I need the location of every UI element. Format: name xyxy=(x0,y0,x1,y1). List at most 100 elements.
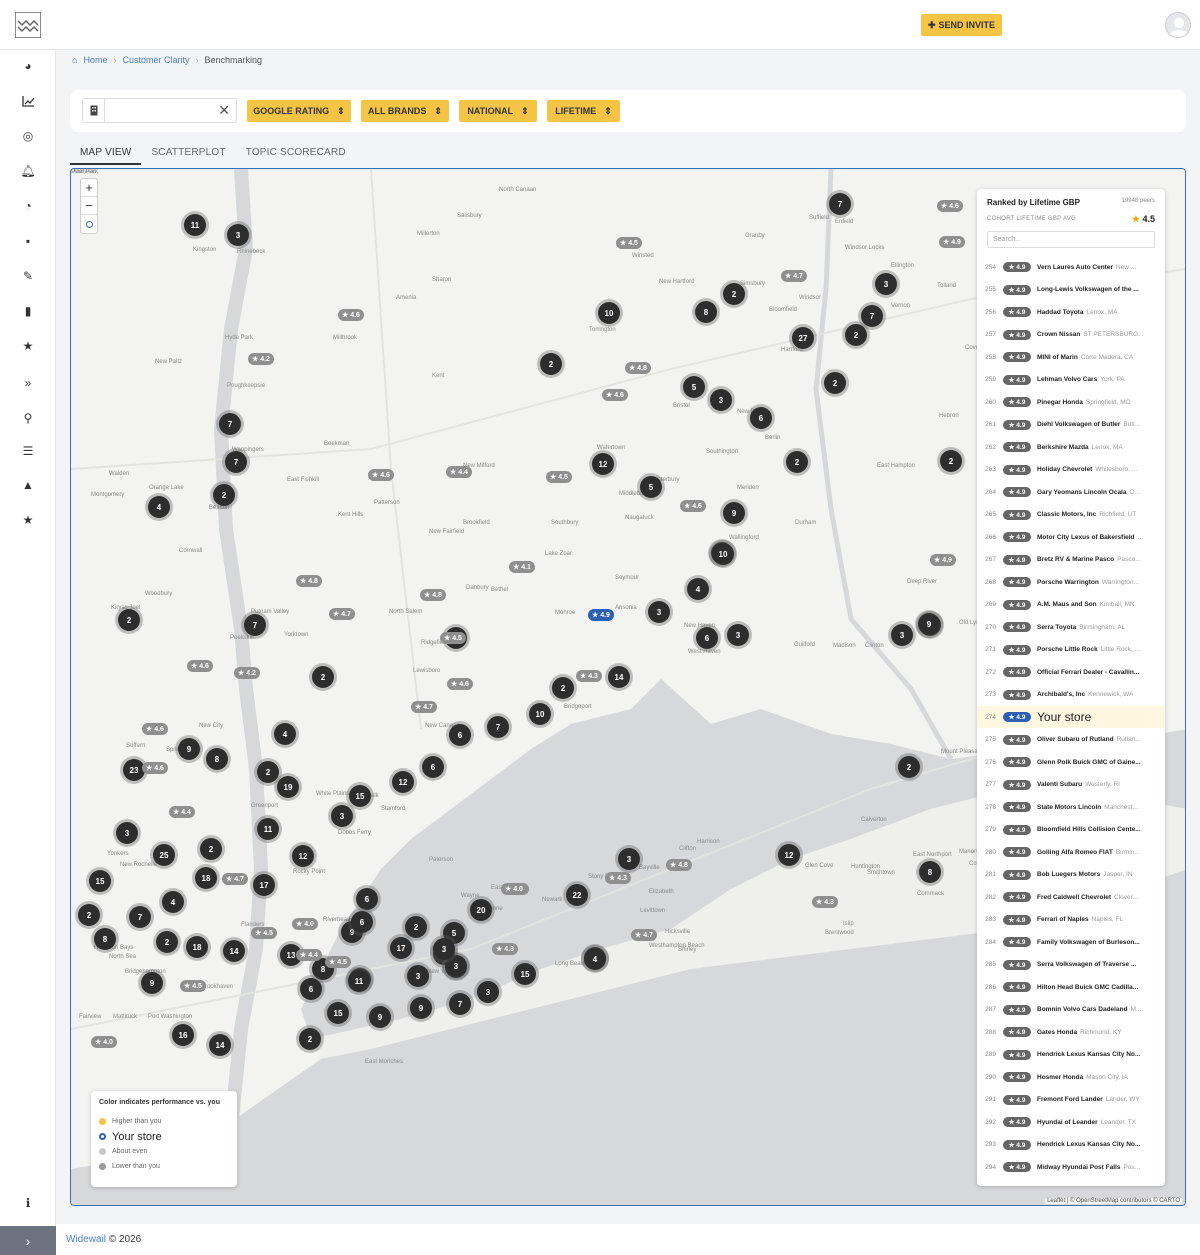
cluster-marker[interactable]: 5 xyxy=(683,376,705,398)
rating-pin[interactable]: ★ 4.0 xyxy=(501,883,527,895)
info-icon[interactable]: ℹ xyxy=(18,1193,38,1213)
rating-pin[interactable]: ★ 4.8 xyxy=(666,859,692,871)
list-icon[interactable]: ☰ xyxy=(18,441,38,461)
rating-pin[interactable]: ★ 4.7 xyxy=(222,873,248,885)
cluster-marker[interactable]: 2 xyxy=(312,666,334,688)
ranking-row[interactable]: 269 ★ 4.9 A.M. Maus and Son Kimball, MN xyxy=(977,594,1165,616)
user-avatar[interactable] xyxy=(1165,12,1191,38)
rating-pin[interactable]: ★ 4.0 xyxy=(292,918,318,930)
dashboard-icon[interactable]: ◕ xyxy=(18,56,38,76)
brands-dropdown[interactable]: ALL BRANDS ⇕ xyxy=(361,100,449,122)
note-icon[interactable]: ▪ xyxy=(18,231,38,251)
ranking-row[interactable]: 275 ★ 4.9 Oliver Subaru of Rutland Rutlan..… xyxy=(977,729,1165,751)
cluster-marker[interactable]: 8 xyxy=(94,928,116,950)
rating-pin[interactable]: ★ 4.0 xyxy=(91,1036,117,1048)
rating-pin[interactable]: ★ 4.4 xyxy=(296,949,322,961)
ranking-row[interactable]: 261 ★ 4.9 Diehl Volkswagen of Butler Butl..… xyxy=(977,414,1165,436)
rating-pin[interactable]: ★ 4.6 xyxy=(447,678,473,690)
rating-pin[interactable]: ★ 4.6 xyxy=(602,389,628,401)
cluster-marker[interactable]: 9 xyxy=(178,738,200,760)
rating-pin[interactable]: ★ 4.7 xyxy=(411,701,437,713)
rating-pin[interactable]: ★ 4.7 xyxy=(631,929,657,941)
cluster-marker[interactable]: 6 xyxy=(300,978,322,1000)
cluster-marker[interactable]: 2 xyxy=(405,916,427,938)
ranking-row[interactable]: 273 ★ 4.9 Archibald's, Inc Kennewick, WA xyxy=(977,684,1165,706)
cluster-marker[interactable]: 16 xyxy=(172,1024,194,1046)
cluster-marker[interactable]: 3 xyxy=(116,822,138,844)
ranking-row[interactable]: 255 ★ 4.9 Long-Lewis Volkswagen of the ... xyxy=(977,279,1165,301)
ranking-row[interactable]: 281 ★ 4.9 Bob Luegers Motors Jasper, IN xyxy=(977,864,1165,886)
rating-pin[interactable]: ★ 4.6 xyxy=(338,309,364,321)
ranking-row[interactable]: 265 ★ 4.9 Classic Motors, Inc Richfield, UT xyxy=(977,504,1165,526)
ranking-row[interactable]: 267 ★ 4.9 Bretz RV & Marine Pasco Pasco... xyxy=(977,549,1165,571)
cluster-marker[interactable]: 2 xyxy=(540,353,562,375)
cluster-marker[interactable]: 18 xyxy=(186,936,208,958)
ranking-row[interactable]: 276 ★ 4.9 Glenn Polk Buick GMC of Gaine... xyxy=(977,751,1165,773)
ranking-row[interactable]: 283 ★ 4.9 Ferrari of Naples Naples, FL xyxy=(977,909,1165,931)
cluster-marker[interactable]: 4 xyxy=(687,578,709,600)
pie-chart-icon[interactable]: ◔ xyxy=(18,196,38,216)
cluster-marker[interactable]: 14 xyxy=(223,940,245,962)
breadcrumb-customer-clarity[interactable]: Customer Clarity xyxy=(122,55,189,65)
ranking-row[interactable]: 257 ★ 4.9 Crown Nissan ST PETERSBURG... xyxy=(977,324,1165,346)
cluster-marker[interactable]: 2 xyxy=(723,283,745,305)
cluster-marker[interactable]: 11 xyxy=(257,818,279,840)
cluster-marker[interactable]: 25 xyxy=(153,844,175,866)
cluster-marker[interactable]: 8 xyxy=(206,748,228,770)
rating-source-dropdown[interactable]: GOOGLE RATING ⇕ xyxy=(247,100,351,122)
ranking-row[interactable]: 285 ★ 4.9 Serra Volkswagen of Traverse ... xyxy=(977,954,1165,976)
cluster-marker[interactable]: 3 xyxy=(331,805,353,827)
rating-pin[interactable]: ★ 4.9 xyxy=(939,236,965,248)
cluster-marker[interactable]: 2 xyxy=(552,677,574,699)
rating-pin[interactable]: ★ 4.3 xyxy=(492,943,518,955)
store-select[interactable]: ✕ xyxy=(82,98,237,123)
ranking-row[interactable]: 290 ★ 4.9 Hosmer Honda Mason City, IA xyxy=(977,1066,1165,1088)
ranking-row[interactable]: 271 ★ 4.9 Porsche Little Rock Little Rock, … xyxy=(977,639,1165,661)
cluster-marker[interactable]: 2 xyxy=(156,931,178,953)
cluster-marker[interactable]: 7 xyxy=(861,305,883,327)
rating-pin[interactable]: ★ 4.6 xyxy=(142,723,168,735)
rating-pin[interactable]: ★ 4.2 xyxy=(248,353,274,365)
rating-pin[interactable]: ★ 4.5 xyxy=(546,471,572,483)
cluster-marker[interactable]: 7 xyxy=(225,451,247,473)
cluster-marker[interactable]: 6 xyxy=(351,911,373,933)
cluster-marker[interactable]: 2 xyxy=(898,756,920,778)
rating-pin[interactable]: ★ 4.6 xyxy=(142,762,168,774)
cluster-marker[interactable]: 6 xyxy=(422,756,444,778)
cluster-marker[interactable]: 6 xyxy=(696,627,718,649)
building-icon[interactable]: ▮ xyxy=(18,301,38,321)
ranking-row[interactable]: 278 ★ 4.9 State Motors Lincoln Manchest... xyxy=(977,796,1165,818)
cluster-marker[interactable]: 18 xyxy=(195,867,217,889)
ranking-row[interactable]: 289 ★ 4.9 Hendrick Lexus Kansas City No... xyxy=(977,1044,1165,1066)
network-icon[interactable]: ⚲ xyxy=(18,408,38,428)
ranking-row[interactable]: 286 ★ 4.9 Hilton Head Buick GMC Cadilla... xyxy=(977,976,1165,998)
cluster-marker[interactable]: 6 xyxy=(356,888,378,910)
cluster-marker[interactable]: 9 xyxy=(723,502,745,524)
rating-pin[interactable]: ★ 4.4 xyxy=(169,806,195,818)
cluster-marker[interactable]: 27 xyxy=(792,327,814,349)
cluster-marker[interactable]: 3 xyxy=(407,965,429,987)
zoom-out-button[interactable]: − xyxy=(81,197,97,215)
cluster-marker[interactable]: 7 xyxy=(219,413,241,435)
tab-topic-scorecard[interactable]: TOPIC SCORECARD xyxy=(236,143,356,165)
rating-pin[interactable]: ★ 4.9 xyxy=(930,554,956,566)
rating-pin[interactable]: ★ 4.8 xyxy=(625,362,651,374)
pencil-icon[interactable]: ✎ xyxy=(18,266,38,286)
rating-pin[interactable]: ★ 4.5 xyxy=(616,237,642,249)
rating-pin[interactable]: ★ 4.5 xyxy=(325,956,351,968)
cluster-marker[interactable]: 10 xyxy=(712,543,734,565)
cluster-marker[interactable]: 3 xyxy=(477,981,499,1003)
ranking-row[interactable]: 256 ★ 4.9 Haddad Toyota Lenox, MA xyxy=(977,301,1165,323)
ranking-row[interactable]: 287 ★ 4.9 Bomnin Volvo Cars Dadeland M... xyxy=(977,999,1165,1021)
bell-icon[interactable]: 🔔︎ xyxy=(18,161,38,181)
ranking-row[interactable]: 282 ★ 4.9 Fred Caldwell Chevrolet Clover... xyxy=(977,886,1165,908)
ranking-row[interactable]: 266 ★ 4.9 Motor City Lexus of Bakersfield.… xyxy=(977,526,1165,548)
rating-pin[interactable]: ★ 4.7 xyxy=(781,270,807,282)
cluster-marker[interactable]: 2 xyxy=(299,1028,321,1050)
cluster-marker[interactable]: 2 xyxy=(78,904,100,926)
cluster-marker[interactable]: 9 xyxy=(141,972,163,994)
cluster-marker[interactable]: 6 xyxy=(750,407,772,429)
rating-pin[interactable]: ★ 4.3 xyxy=(576,670,602,682)
cluster-marker[interactable]: 8 xyxy=(919,861,941,883)
breadcrumb-home[interactable]: Home xyxy=(83,55,107,65)
